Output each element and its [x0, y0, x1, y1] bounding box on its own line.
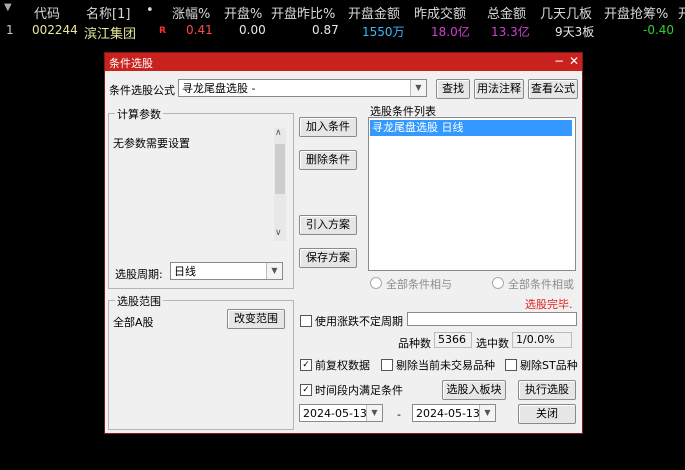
col-dot[interactable]: •	[146, 3, 154, 18]
params-group-label: 计算参数	[115, 106, 163, 122]
exclude-st-label: 剔除ST品种	[520, 359, 578, 372]
run-screening-button[interactable]: 执行选股	[518, 380, 576, 400]
col-open-pct[interactable]: 开盘%	[224, 3, 262, 22]
col-name[interactable]: 名称[1]	[86, 3, 130, 22]
col-total-amount[interactable]: 总金额	[487, 3, 526, 22]
exclude-st-checkbox[interactable]	[505, 359, 517, 371]
usage-notes-button[interactable]: 用法注释	[474, 79, 524, 99]
radio-all-and[interactable]	[370, 277, 382, 289]
total-amount-value: 13.3亿	[491, 25, 530, 39]
chevron-down-icon[interactable]: ▼	[479, 405, 495, 421]
col-yesterday-turnover[interactable]: 昨成交额	[414, 3, 466, 22]
scroll-thumb[interactable]	[275, 144, 285, 194]
date-to-picker[interactable]: 2024-05-13 ▼	[412, 404, 496, 422]
dialog-titlebar[interactable]: 条件选股 − ✕	[105, 53, 582, 71]
table-row[interactable]: 1 002244 滨江集团 R 0.41 0.00 0.87 1550万 18.…	[0, 22, 685, 42]
stock-name: 滨江集团	[84, 27, 137, 42]
count-label: 品种数	[398, 337, 431, 350]
stock-code: 002244	[32, 23, 78, 37]
condition-screening-dialog: 条件选股 − ✕ 条件选股公式 寻龙尾盘选股 - ▼ 查找 用法注释 查看公式 …	[104, 52, 583, 434]
save-plan-button[interactable]: 保存方案	[299, 248, 357, 268]
r-badge: R	[159, 26, 166, 36]
chevron-down-icon[interactable]: ▼	[266, 263, 282, 279]
delete-condition-button[interactable]: 删除条件	[299, 150, 357, 170]
time-range-label: 时间段内满足条件	[315, 384, 403, 397]
list-item[interactable]: 寻龙尾盘选股 日线	[370, 120, 572, 136]
row-index: 1	[6, 23, 14, 37]
open-vs-yesterday-value: 0.87	[312, 23, 339, 37]
condition-list[interactable]: 寻龙尾盘选股 日线	[368, 117, 576, 271]
uncertain-period-checkbox[interactable]	[300, 315, 312, 327]
formula-select[interactable]: 寻龙尾盘选股 - ▼	[178, 79, 427, 97]
add-to-block-button[interactable]: 选股入板块	[442, 380, 506, 400]
exclude-untraded-label: 剔除当前未交易品种	[396, 359, 495, 372]
close-button[interactable]: 关闭	[518, 404, 576, 424]
range-group-label: 选股范围	[115, 293, 163, 309]
formula-value: 寻龙尾盘选股 -	[182, 82, 256, 95]
count-value-text: 5366	[438, 333, 466, 346]
exclude-untraded-checkbox[interactable]	[381, 359, 393, 371]
radio-all-and-label: 全部条件相与	[386, 278, 452, 291]
selected-value: 1/0.0%	[512, 332, 572, 348]
view-formula-button[interactable]: 查看公式	[528, 79, 578, 99]
uncertain-period-input[interactable]	[407, 312, 577, 326]
board-days-value: 9天3板	[555, 25, 595, 39]
prev-adjust-label: 前复权数据	[315, 359, 370, 372]
date-from-picker[interactable]: 2024-05-13 ▼	[299, 404, 383, 422]
chevron-down-icon[interactable]: ▼	[366, 405, 382, 421]
col-more[interactable]: 开	[678, 3, 685, 22]
radio-all-or-label: 全部条件相或	[508, 278, 574, 291]
close-icon[interactable]: ✕	[569, 54, 579, 68]
period-select[interactable]: 日线 ▼	[170, 262, 283, 280]
add-condition-button[interactable]: 加入条件	[299, 117, 357, 137]
radio-all-or[interactable]	[492, 277, 504, 289]
col-code[interactable]: 代码	[34, 3, 60, 22]
date-to-value: 2024-05-13	[416, 407, 480, 420]
selected-value-text: 1/0.0%	[516, 333, 555, 346]
params-text: 无参数需要设置	[113, 137, 190, 150]
status-text: 选股完毕.	[525, 298, 573, 311]
scroll-up-icon[interactable]: ∧	[275, 128, 282, 138]
count-value: 5366	[434, 332, 472, 348]
quote-grid-header: ▼ 代码 名称[1] • 涨幅% 开盘% 开盘昨比% 开盘金额 昨成交额 总金额…	[0, 0, 685, 22]
formula-label: 条件选股公式	[109, 84, 175, 97]
col-open-vs-yesterday[interactable]: 开盘昨比%	[271, 3, 335, 22]
prev-adjust-checkbox[interactable]: ✓	[300, 359, 312, 371]
col-open-grab-pct[interactable]: 开盘抢筹%	[604, 3, 668, 22]
import-plan-button[interactable]: 引入方案	[299, 215, 357, 235]
col-change-pct[interactable]: 涨幅%	[172, 3, 210, 22]
sort-arrow-icon[interactable]: ▼	[4, 2, 12, 13]
time-range-checkbox[interactable]: ✓	[300, 384, 312, 396]
open-amount-value: 1550万	[362, 25, 405, 39]
period-label: 选股周期:	[115, 268, 163, 281]
date-from-value: 2024-05-13	[303, 407, 367, 420]
open-grab-pct-value: -0.40	[643, 23, 675, 37]
params-scrollbar[interactable]: ∧ ∨	[274, 128, 286, 241]
col-open-amount[interactable]: 开盘金额	[348, 3, 400, 22]
selected-label: 选中数	[476, 337, 509, 350]
minimize-icon[interactable]: −	[554, 54, 564, 68]
period-value: 日线	[174, 265, 196, 278]
col-board-days[interactable]: 几天几板	[540, 3, 592, 22]
date-separator: -	[397, 408, 401, 421]
params-group: 计算参数 无参数需要设置 ∧ ∨ 选股周期: 日线 ▼	[108, 106, 294, 289]
find-button[interactable]: 查找	[436, 79, 470, 99]
dialog-title: 条件选股	[109, 57, 153, 70]
range-group: 选股范围 全部A股 改变范围	[108, 293, 294, 430]
open-pct-value: 0.00	[239, 23, 266, 37]
range-value: 全部A股	[113, 316, 154, 329]
change-range-button[interactable]: 改变范围	[227, 309, 285, 329]
yesterday-turnover-value: 18.0亿	[431, 25, 470, 39]
scroll-down-icon[interactable]: ∨	[275, 228, 282, 238]
change-pct-value: 0.41	[186, 23, 213, 37]
chevron-down-icon[interactable]: ▼	[410, 80, 426, 96]
uncertain-period-label: 使用涨跌不定周期	[315, 315, 403, 328]
